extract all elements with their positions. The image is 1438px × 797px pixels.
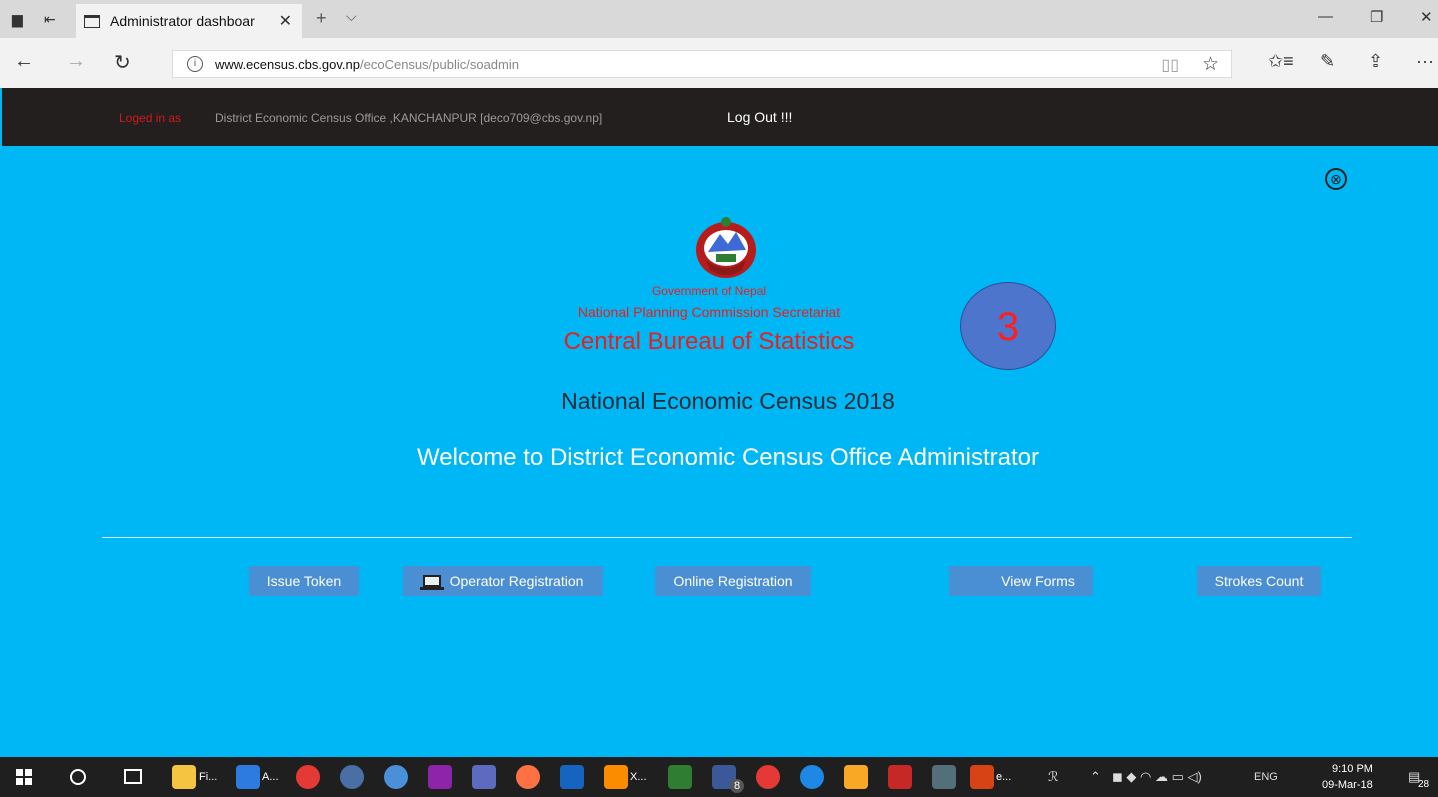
view-forms-label: View Forms bbox=[1001, 573, 1075, 589]
web-note-icon[interactable]: ✎ bbox=[1320, 51, 1335, 72]
annotation-circle: 3 bbox=[960, 282, 1056, 370]
favorite-star-icon[interactable]: ☆ bbox=[1202, 53, 1219, 76]
online-registration-button[interactable]: Online Registration bbox=[655, 566, 811, 596]
refresh-button[interactable]: ↻ bbox=[114, 50, 131, 75]
divider bbox=[102, 537, 1352, 538]
favorites-icon[interactable]: ✩≡ bbox=[1268, 51, 1294, 72]
back-button[interactable]: ← bbox=[14, 50, 34, 73]
notification-count: 28 bbox=[1418, 779, 1430, 790]
messenger-icon[interactable] bbox=[800, 765, 824, 789]
tab-dropdown-icon[interactable]: ⌵ bbox=[346, 8, 357, 25]
edge-icon[interactable] bbox=[236, 765, 260, 789]
logout-link[interactable]: Log Out !!! bbox=[727, 109, 792, 125]
powerpoint-icon[interactable] bbox=[970, 765, 994, 789]
census-title: National Economic Census 2018 bbox=[561, 388, 895, 414]
bureau-title: Central Bureau of Statistics bbox=[563, 328, 855, 355]
app-icon[interactable] bbox=[428, 765, 452, 789]
powerpoint-label: e... bbox=[996, 771, 1012, 783]
people-icon[interactable]: ℛ bbox=[1048, 769, 1058, 785]
tabs-aside-icon[interactable]: ⇤ bbox=[44, 11, 56, 28]
share-icon[interactable]: ⇪ bbox=[1368, 51, 1383, 72]
firefox-icon[interactable] bbox=[516, 765, 540, 789]
task-view-icon[interactable] bbox=[124, 769, 142, 784]
app-icon-2[interactable] bbox=[932, 765, 956, 789]
excel-icon[interactable] bbox=[668, 765, 692, 789]
page-icon bbox=[84, 14, 100, 28]
xampp-label: X... bbox=[630, 771, 647, 783]
laptop-icon bbox=[419, 575, 444, 590]
browser-tab-bar: ▆ ⇤ Administrator dashboar ✕ + ⌵ — ❐ ✕ bbox=[0, 0, 1438, 38]
facebook-badge: 8 bbox=[730, 779, 744, 793]
sublime-icon[interactable] bbox=[844, 765, 868, 789]
globe-icon[interactable] bbox=[384, 765, 408, 789]
calculator-icon[interactable] bbox=[472, 765, 496, 789]
clock-date[interactable]: 09-Mar-18 bbox=[1322, 779, 1373, 791]
language-indicator[interactable]: ENG bbox=[1254, 771, 1278, 783]
nepal-emblem-logo bbox=[696, 217, 756, 278]
strokes-count-label: Strokes Count bbox=[1214, 573, 1304, 589]
top-header: Loged in as District Economic Census Off… bbox=[2, 88, 1438, 146]
address-bar[interactable]: i www.ecensus.cbs.gov.np /ecoCensus/publ… bbox=[172, 50, 1232, 78]
tab-close-icon[interactable]: ✕ bbox=[279, 11, 292, 31]
view-forms-button[interactable]: View Forms bbox=[949, 566, 1093, 596]
more-icon[interactable]: ··· bbox=[1416, 51, 1434, 72]
commission-label: National Planning Commission Secretariat bbox=[577, 304, 841, 320]
tray-app-icons[interactable]: ◼ ◆ ◠ ☁ ▭ ◁) bbox=[1112, 769, 1202, 785]
tray-chevron-icon[interactable]: ⌃ bbox=[1090, 769, 1101, 785]
file-explorer-label: Fi... bbox=[199, 771, 218, 783]
minimize-button[interactable]: — bbox=[1318, 8, 1333, 25]
operator-registration-label: Operator Registration bbox=[449, 573, 584, 589]
windows-start-icon[interactable] bbox=[16, 769, 32, 785]
tab-title: Administrator dashboar bbox=[110, 13, 255, 29]
reading-view-icon[interactable]: ▯▯ bbox=[1161, 55, 1179, 75]
browser-tab[interactable]: Administrator dashboar ✕ bbox=[76, 4, 302, 38]
opera-icon[interactable] bbox=[756, 765, 780, 789]
maximize-button[interactable]: ❐ bbox=[1370, 8, 1383, 26]
edge-label: A... bbox=[262, 771, 279, 783]
info-icon[interactable]: i bbox=[187, 56, 203, 72]
clock-time[interactable]: 9:10 PM bbox=[1332, 763, 1373, 775]
chrome-icon[interactable] bbox=[296, 765, 320, 789]
issue-token-button[interactable]: Issue Token bbox=[249, 566, 359, 596]
outlook-icon[interactable] bbox=[560, 765, 584, 789]
tab-manager-icon[interactable]: ▆ bbox=[12, 11, 23, 28]
search-app-icon[interactable] bbox=[340, 765, 364, 789]
xampp-icon[interactable] bbox=[604, 765, 628, 789]
issue-token-label: Issue Token bbox=[266, 573, 342, 589]
forward-button[interactable]: → bbox=[66, 50, 86, 73]
url-host: www.ecensus.cbs.gov.np bbox=[215, 56, 360, 72]
windows-taskbar: Fi... A... X... 8 e... ℛ ⌃ ◼ ◆ ◠ ☁ ▭ ◁) … bbox=[0, 757, 1438, 797]
window-close-button[interactable]: ✕ bbox=[1420, 8, 1433, 26]
government-label: Government of Nepal bbox=[651, 284, 767, 298]
strokes-count-button[interactable]: Strokes Count bbox=[1197, 566, 1321, 596]
welcome-heading: Welcome to District Economic Census Offi… bbox=[417, 444, 1039, 471]
filezilla-icon[interactable] bbox=[888, 765, 912, 789]
operator-registration-button[interactable]: Operator Registration bbox=[403, 566, 603, 596]
search-icon[interactable] bbox=[70, 769, 86, 785]
new-tab-button[interactable]: + bbox=[316, 8, 327, 29]
file-explorer-icon[interactable] bbox=[172, 765, 196, 789]
online-registration-label: Online Registration bbox=[673, 573, 793, 589]
close-icon[interactable]: ⊗ bbox=[1325, 168, 1347, 190]
url-path: /ecoCensus/public/soadmin bbox=[360, 56, 519, 72]
browser-nav-bar: ← → ↻ i www.ecensus.cbs.gov.np /ecoCensu… bbox=[0, 38, 1438, 88]
logged-in-label: Loged in as bbox=[119, 111, 182, 125]
user-info: District Economic Census Office ,KANCHAN… bbox=[215, 111, 603, 125]
